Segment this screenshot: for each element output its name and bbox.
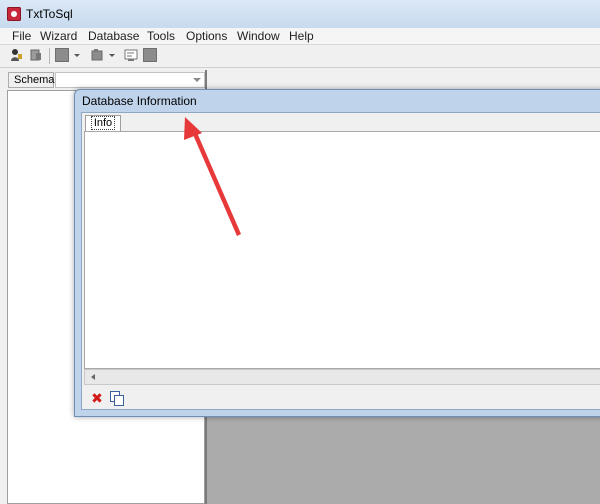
toolbar [0,45,600,68]
window-title: TxtToSql [26,7,73,21]
dialog-footer: ✖ [84,387,600,409]
disconnect-icon[interactable] [29,48,43,62]
menu-wizard[interactable]: Wizard [40,29,77,43]
query-icon[interactable] [124,48,138,62]
toolbar-separator [49,48,50,64]
app-icon [7,7,21,21]
title-bar[interactable]: TxtToSql [0,0,600,29]
menu-database[interactable]: Database [88,29,139,43]
copy-icon[interactable] [110,391,124,406]
database-information-dialog: Database Information Info ✖ [74,89,600,417]
dialog-body: Info ✖ [81,112,600,410]
horizontal-scrollbar[interactable] [84,369,600,385]
menu-help[interactable]: Help [289,29,314,43]
scroll-left-icon[interactable] [91,374,95,380]
script-icon[interactable] [90,48,104,62]
tab-info[interactable]: Info [85,115,121,131]
connect-icon[interactable] [9,48,23,62]
chevron-down-icon[interactable] [193,78,201,82]
app-window: TxtToSql File Wizard Database Tools Opti… [0,0,600,504]
copy-sheet-front [114,395,124,406]
menu-tools[interactable]: Tools [147,29,175,43]
schema-select[interactable] [55,72,205,88]
dialog-title: Database Information [82,94,197,108]
menu-window[interactable]: Window [237,29,280,43]
tab-info-label: Info [90,116,116,130]
delete-icon[interactable]: ✖ [90,391,104,405]
menu-options[interactable]: Options [186,29,227,43]
workspace-top-strip [207,70,600,91]
table-icon[interactable] [55,48,69,62]
schema-label: Schema [8,72,54,88]
dropdown-arrow-icon[interactable] [74,54,80,57]
dropdown-arrow-icon[interactable] [109,54,115,57]
schema-row: Schema [0,70,205,90]
info-content-area[interactable] [84,131,600,369]
menu-bar: File Wizard Database Tools Options Windo… [0,28,600,45]
stop-icon[interactable] [143,48,157,62]
menu-file[interactable]: File [12,29,31,43]
